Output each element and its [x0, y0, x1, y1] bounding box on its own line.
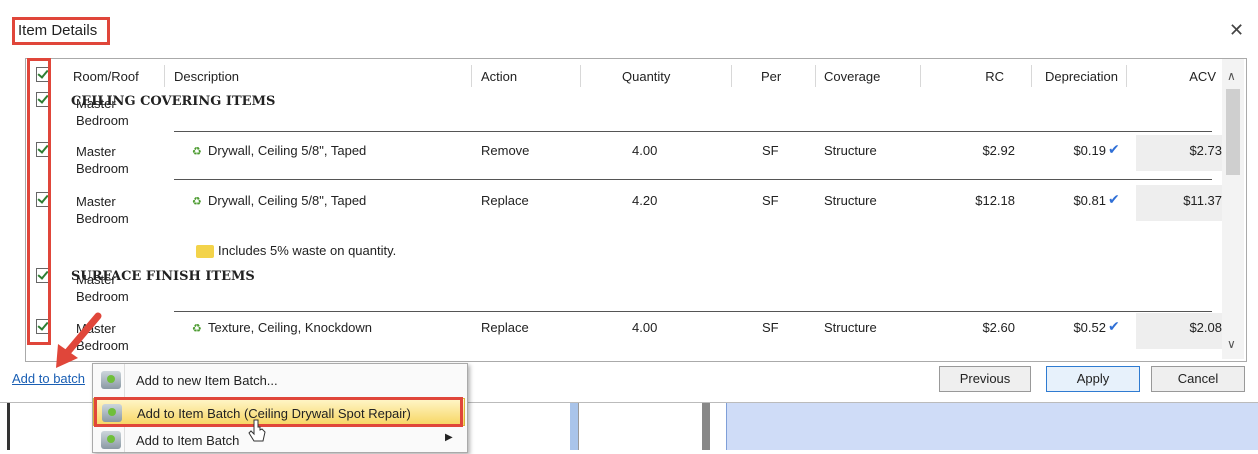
mouse-cursor-icon [248, 419, 266, 442]
description-cell[interactable]: Drywall, Ceiling 5/8", Taped [208, 193, 366, 208]
recycle-icon: ♻ [192, 146, 202, 158]
column-separator [1031, 65, 1032, 87]
scrollbar-thumb[interactable] [1226, 89, 1240, 175]
quantity-cell: 4.20 [632, 193, 658, 208]
checkmark-icon: ✔ [1108, 318, 1120, 334]
acv-cell: $2.73 [1189, 143, 1222, 158]
column-separator [920, 65, 921, 87]
batch-icon [101, 431, 121, 449]
depreciation-cell: $0.81 [1073, 193, 1106, 208]
acv-cell-bg: $11.37 [1136, 185, 1222, 221]
room-line2: Bedroom [76, 161, 129, 176]
column-separator [1126, 65, 1127, 87]
menu-item-add-new-batch[interactable]: Add to new Item Batch... [93, 366, 465, 394]
group-label: SURFACE FINISH ITEMS [71, 269, 255, 284]
column-separator [164, 65, 165, 87]
dialog-title: Item Details [12, 17, 110, 45]
item-details-dialog: Item Details ✕ Room/Roof Description Act… [0, 0, 1258, 403]
items-grid: Room/Roof Description Action Quantity Pe… [25, 58, 1247, 362]
per-cell: SF [762, 320, 779, 335]
note-icon [196, 245, 214, 258]
column-header-quantity[interactable]: Quantity [622, 69, 670, 84]
recycle-icon: ♻ [192, 323, 202, 335]
column-header-rc[interactable]: RC [926, 69, 1004, 84]
action-cell: Remove [481, 143, 530, 158]
background-divider [570, 403, 578, 450]
checkmark-icon: ✔ [1108, 141, 1120, 157]
room-line2: Bedroom [76, 211, 129, 226]
background-panel-blue [726, 403, 1258, 450]
annotation-box-menu-item [94, 397, 463, 427]
action-cell: Replace [481, 193, 529, 208]
row-divider [174, 179, 1212, 180]
row-divider [174, 131, 1212, 132]
row-divider [174, 311, 1212, 312]
column-header-room[interactable]: Room/Roof [73, 69, 139, 84]
room-line1: Master [76, 194, 116, 209]
scroll-up-icon[interactable]: ∧ [1227, 69, 1236, 83]
room-cell: Master Bedroom [76, 143, 129, 177]
background-panel [578, 403, 703, 450]
per-cell: SF [762, 193, 779, 208]
column-header-action[interactable]: Action [481, 69, 517, 84]
room-line1: Master [76, 144, 116, 159]
acv-cell-bg: $2.73 [1136, 135, 1222, 171]
quantity-cell: 4.00 [632, 320, 658, 335]
previous-button[interactable]: Previous [939, 366, 1031, 392]
background-border [7, 403, 10, 450]
checkmark-icon: ✔ [1108, 191, 1120, 207]
recycle-icon: ♻ [192, 196, 202, 208]
close-icon[interactable]: ✕ [1229, 21, 1244, 39]
note-text: Includes 5% waste on quantity. [218, 243, 397, 258]
cancel-button[interactable]: Cancel [1151, 366, 1245, 392]
column-header-acv[interactable]: ACV [1136, 69, 1216, 84]
per-cell: SF [762, 143, 779, 158]
background-divider [702, 403, 710, 450]
menu-item-label: Add to Item Batch [136, 433, 240, 448]
annotation-box-checkboxes [27, 58, 51, 345]
description-cell[interactable]: Drywall, Ceiling 5/8", Taped [208, 143, 366, 158]
room-line2: Bedroom [76, 289, 129, 304]
depreciation-cell: $0.19 [1073, 143, 1106, 158]
vertical-scrollbar[interactable]: ∧ ∨ [1222, 59, 1244, 359]
add-to-batch-link[interactable]: Add to batch [12, 371, 85, 386]
apply-button[interactable]: Apply [1046, 366, 1140, 392]
group-label: CEILING COVERING ITEMS [71, 94, 276, 109]
rc-cell: $2.92 [982, 143, 1015, 158]
column-header-description[interactable]: Description [174, 69, 239, 84]
coverage-cell: Structure [824, 320, 877, 335]
description-cell[interactable]: Texture, Ceiling, Knockdown [208, 320, 372, 335]
action-cell: Replace [481, 320, 529, 335]
room-line2: Bedroom [76, 113, 129, 128]
column-header-per[interactable]: Per [761, 69, 781, 84]
acv-cell: $2.08 [1189, 320, 1222, 335]
scroll-down-icon[interactable]: ∨ [1227, 337, 1236, 351]
coverage-cell: Structure [824, 193, 877, 208]
coverage-cell: Structure [824, 143, 877, 158]
column-header-depreciation[interactable]: Depreciation [1045, 69, 1118, 84]
background-panel [710, 403, 726, 450]
room-cell: Master Bedroom [76, 193, 129, 227]
background-panel [466, 403, 571, 450]
column-separator [471, 65, 472, 87]
column-separator [731, 65, 732, 87]
batch-icon [101, 371, 121, 389]
column-header-coverage[interactable]: Coverage [824, 69, 880, 84]
column-separator [580, 65, 581, 87]
menu-item-label: Add to new Item Batch... [136, 373, 278, 388]
quantity-cell: 4.00 [632, 143, 658, 158]
acv-cell-bg: $2.08 [1136, 313, 1222, 349]
annotation-arrow-icon [56, 312, 102, 368]
submenu-arrow-icon: ▶ [445, 432, 453, 443]
rc-cell: $12.18 [975, 193, 1015, 208]
depreciation-cell: $0.52 [1073, 320, 1106, 335]
column-separator [815, 65, 816, 87]
rc-cell: $2.60 [982, 320, 1015, 335]
acv-cell: $11.37 [1183, 193, 1222, 208]
